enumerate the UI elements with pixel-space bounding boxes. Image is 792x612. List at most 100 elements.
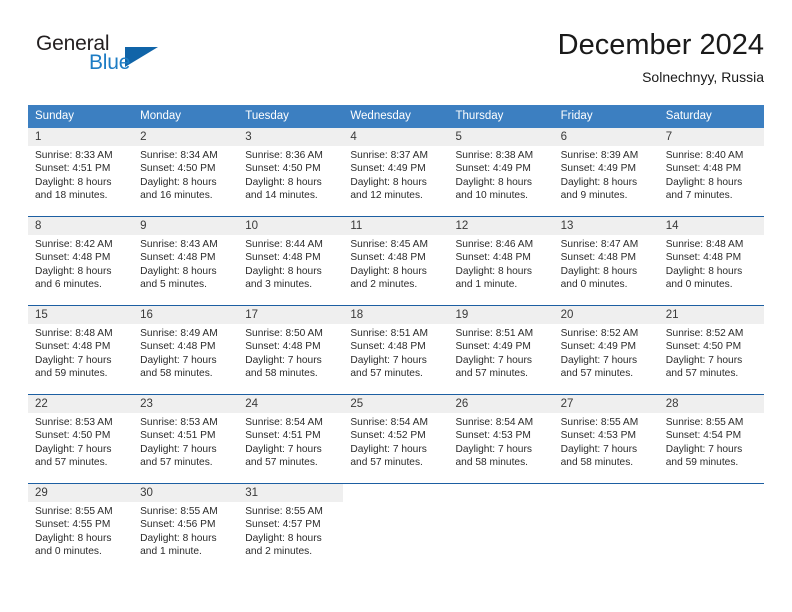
day-number: 29 <box>28 484 134 502</box>
day-cell[interactable]: 6 Sunrise: 8:39 AM Sunset: 4:49 PM Dayli… <box>553 128 659 216</box>
daylight-text: Daylight: 8 hours and 2 minutes. <box>350 265 427 290</box>
weekday-header-sunday: Sunday <box>35 110 75 122</box>
sunset-text: Sunset: 4:54 PM <box>665 430 742 442</box>
day-details: Sunrise: 8:52 AM Sunset: 4:49 PM Dayligh… <box>554 324 659 380</box>
day-number: 17 <box>238 306 344 324</box>
day-cell[interactable]: 23 Sunrise: 8:53 AM Sunset: 4:51 PM Dayl… <box>133 395 239 483</box>
sunset-text: Sunset: 4:48 PM <box>665 252 742 264</box>
sunset-text: Sunset: 4:51 PM <box>245 430 321 442</box>
day-cell[interactable]: 3 Sunrise: 8:36 AM Sunset: 4:50 PM Dayli… <box>238 128 344 216</box>
day-number: 21 <box>658 306 764 324</box>
sunrise-text: Sunrise: 8:53 AM <box>35 417 113 428</box>
day-number <box>553 484 659 502</box>
day-number: 9 <box>133 217 239 235</box>
sunrise-text: Sunrise: 8:38 AM <box>455 150 534 161</box>
day-details: Sunrise: 8:33 AM Sunset: 4:51 PM Dayligh… <box>28 146 133 202</box>
title-block: December 2024 Solnechnyy, Russia <box>558 28 764 87</box>
day-cell[interactable]: 17 Sunrise: 8:50 AM Sunset: 4:48 PM Dayl… <box>238 306 344 394</box>
day-number: 26 <box>448 395 554 413</box>
day-number: 14 <box>658 217 764 235</box>
sunrise-text: Sunrise: 8:42 AM <box>35 239 113 250</box>
daylight-text: Daylight: 8 hours and 0 minutes. <box>665 265 743 290</box>
sunrise-text: Sunrise: 8:55 AM <box>140 506 218 517</box>
daylight-text: Daylight: 8 hours and 18 minutes. <box>35 176 112 201</box>
day-cell[interactable]: 1 Sunrise: 8:33 AM Sunset: 4:51 PM Dayli… <box>28 128 134 216</box>
day-cell[interactable]: 19 Sunrise: 8:51 AM Sunset: 4:49 PM Dayl… <box>448 306 554 394</box>
day-cell-empty <box>343 484 449 572</box>
day-details: Sunrise: 8:54 AM Sunset: 4:52 PM Dayligh… <box>343 413 448 469</box>
day-cell[interactable]: 22 Sunrise: 8:53 AM Sunset: 4:50 PM Dayl… <box>28 395 134 483</box>
day-cell[interactable]: 18 Sunrise: 8:51 AM Sunset: 4:48 PM Dayl… <box>343 306 449 394</box>
day-details: Sunrise: 8:37 AM Sunset: 4:49 PM Dayligh… <box>343 146 448 202</box>
day-details: Sunrise: 8:43 AM Sunset: 4:48 PM Dayligh… <box>133 235 238 291</box>
sunrise-text: Sunrise: 8:46 AM <box>455 239 534 250</box>
sunrise-text: Sunrise: 8:50 AM <box>245 328 323 339</box>
day-cell[interactable]: 15 Sunrise: 8:48 AM Sunset: 4:48 PM Dayl… <box>28 306 134 394</box>
day-number: 1 <box>28 128 134 146</box>
sunrise-text: Sunrise: 8:39 AM <box>560 150 639 161</box>
sunrise-text: Sunrise: 8:34 AM <box>140 150 218 161</box>
day-cell[interactable]: 10 Sunrise: 8:44 AM Sunset: 4:48 PM Dayl… <box>238 217 344 305</box>
sunset-text: Sunset: 4:49 PM <box>455 341 531 353</box>
day-details: Sunrise: 8:53 AM Sunset: 4:50 PM Dayligh… <box>28 413 133 469</box>
weekday-header-friday: Friday <box>560 110 593 122</box>
sunset-text: Sunset: 4:51 PM <box>140 430 216 442</box>
day-details: Sunrise: 8:36 AM Sunset: 4:50 PM Dayligh… <box>238 146 343 202</box>
day-details: Sunrise: 8:51 AM Sunset: 4:49 PM Dayligh… <box>449 324 554 380</box>
day-cell[interactable]: 7 Sunrise: 8:40 AM Sunset: 4:48 PM Dayli… <box>658 128 764 216</box>
day-cell[interactable]: 28 Sunrise: 8:55 AM Sunset: 4:54 PM Dayl… <box>658 395 764 483</box>
sunset-text: Sunset: 4:48 PM <box>245 252 321 264</box>
daylight-text: Daylight: 7 hours and 57 minutes. <box>350 354 427 379</box>
day-cell[interactable]: 29 Sunrise: 8:55 AM Sunset: 4:55 PM Dayl… <box>28 484 134 572</box>
daylight-text: Daylight: 7 hours and 57 minutes. <box>455 354 532 379</box>
day-number <box>343 484 449 502</box>
day-number: 8 <box>28 217 134 235</box>
day-details: Sunrise: 8:34 AM Sunset: 4:50 PM Dayligh… <box>133 146 238 202</box>
day-number: 28 <box>658 395 764 413</box>
brand-logo[interactable]: General Blue <box>28 32 208 88</box>
day-details: Sunrise: 8:53 AM Sunset: 4:51 PM Dayligh… <box>133 413 238 469</box>
day-cell[interactable]: 31 Sunrise: 8:55 AM Sunset: 4:57 PM Dayl… <box>238 484 344 572</box>
day-cell[interactable]: 27 Sunrise: 8:55 AM Sunset: 4:53 PM Dayl… <box>553 395 659 483</box>
day-cell[interactable]: 14 Sunrise: 8:48 AM Sunset: 4:48 PM Dayl… <box>658 217 764 305</box>
day-details: Sunrise: 8:49 AM Sunset: 4:48 PM Dayligh… <box>133 324 238 380</box>
day-number: 3 <box>238 128 344 146</box>
daylight-text: Daylight: 7 hours and 57 minutes. <box>245 443 322 468</box>
weekday-header-thursday: Thursday <box>455 110 504 122</box>
day-cell[interactable]: 4 Sunrise: 8:37 AM Sunset: 4:49 PM Dayli… <box>343 128 449 216</box>
sunrise-text: Sunrise: 8:45 AM <box>350 239 428 250</box>
day-cell[interactable]: 21 Sunrise: 8:52 AM Sunset: 4:50 PM Dayl… <box>658 306 764 394</box>
day-cell[interactable]: 5 Sunrise: 8:38 AM Sunset: 4:49 PM Dayli… <box>448 128 554 216</box>
day-cell[interactable]: 13 Sunrise: 8:47 AM Sunset: 4:48 PM Dayl… <box>553 217 659 305</box>
day-cell[interactable]: 11 Sunrise: 8:45 AM Sunset: 4:48 PM Dayl… <box>343 217 449 305</box>
day-cell[interactable]: 20 Sunrise: 8:52 AM Sunset: 4:49 PM Dayl… <box>553 306 659 394</box>
day-cell[interactable]: 16 Sunrise: 8:49 AM Sunset: 4:48 PM Dayl… <box>133 306 239 394</box>
daylight-text: Daylight: 7 hours and 59 minutes. <box>35 354 112 379</box>
daylight-text: Daylight: 8 hours and 1 minute. <box>140 532 217 557</box>
daylight-text: Daylight: 7 hours and 58 minutes. <box>245 354 322 379</box>
day-cell[interactable]: 30 Sunrise: 8:55 AM Sunset: 4:56 PM Dayl… <box>133 484 239 572</box>
day-cell[interactable]: 8 Sunrise: 8:42 AM Sunset: 4:48 PM Dayli… <box>28 217 134 305</box>
day-details: Sunrise: 8:39 AM Sunset: 4:49 PM Dayligh… <box>554 146 659 202</box>
day-details: Sunrise: 8:54 AM Sunset: 4:51 PM Dayligh… <box>238 413 343 469</box>
daylight-text: Daylight: 7 hours and 58 minutes. <box>560 443 638 468</box>
day-details: Sunrise: 8:55 AM Sunset: 4:54 PM Dayligh… <box>659 413 764 469</box>
day-details: Sunrise: 8:55 AM Sunset: 4:56 PM Dayligh… <box>133 502 238 558</box>
day-number: 5 <box>448 128 554 146</box>
daylight-text: Daylight: 8 hours and 9 minutes. <box>560 176 638 201</box>
daylight-text: Daylight: 7 hours and 57 minutes. <box>140 443 217 468</box>
day-cell-empty <box>553 484 659 572</box>
sunset-text: Sunset: 4:52 PM <box>350 430 426 442</box>
day-cell[interactable]: 12 Sunrise: 8:46 AM Sunset: 4:48 PM Dayl… <box>448 217 554 305</box>
day-number: 24 <box>238 395 344 413</box>
day-cell[interactable]: 26 Sunrise: 8:54 AM Sunset: 4:53 PM Dayl… <box>448 395 554 483</box>
daylight-text: Daylight: 8 hours and 0 minutes. <box>35 532 112 557</box>
day-cell[interactable]: 2 Sunrise: 8:34 AM Sunset: 4:50 PM Dayli… <box>133 128 239 216</box>
daylight-text: Daylight: 8 hours and 3 minutes. <box>245 265 322 290</box>
day-cell[interactable]: 25 Sunrise: 8:54 AM Sunset: 4:52 PM Dayl… <box>343 395 449 483</box>
day-cell[interactable]: 9 Sunrise: 8:43 AM Sunset: 4:48 PM Dayli… <box>133 217 239 305</box>
day-number: 22 <box>28 395 134 413</box>
calendar-page: General Blue December 2024 Solnechnyy, R… <box>0 0 792 612</box>
day-cell[interactable]: 24 Sunrise: 8:54 AM Sunset: 4:51 PM Dayl… <box>238 395 344 483</box>
sunrise-text: Sunrise: 8:53 AM <box>140 417 218 428</box>
